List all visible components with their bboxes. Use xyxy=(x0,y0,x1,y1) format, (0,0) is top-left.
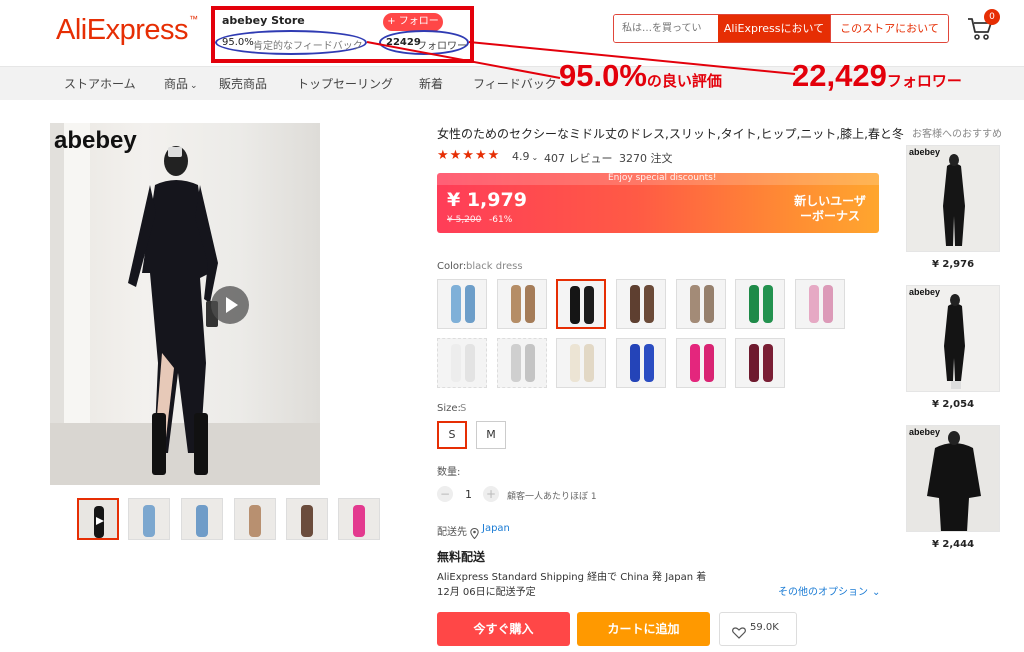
quantity-limit-note: 顧客一人あたりほぼ 1 xyxy=(507,492,597,502)
color-swatch-black[interactable] xyxy=(556,279,606,329)
size-option-m[interactable]: M xyxy=(476,421,506,449)
ship-to-label: 配送先 xyxy=(437,527,467,538)
chevron-down-icon: ⌄ xyxy=(531,153,539,162)
discount-tagline: Enjoy special discounts! xyxy=(608,173,717,183)
color-swatch-white[interactable] xyxy=(437,338,487,388)
color-swatch-brown[interactable] xyxy=(616,279,666,329)
recommended-price: ¥ 2,054 xyxy=(931,399,975,410)
color-label: Color: xyxy=(437,261,467,272)
recommended-product-image[interactable] xyxy=(906,425,1000,532)
quantity-value[interactable]: 1 xyxy=(465,488,472,501)
color-swatch-green[interactable] xyxy=(735,279,785,329)
annotation-followers: 22,429フォロワー xyxy=(792,58,962,93)
review-count[interactable]: 407 レビュー xyxy=(544,150,613,166)
location-pin-icon xyxy=(470,524,479,540)
quantity-decrease-button[interactable]: − xyxy=(437,486,453,502)
color-swatch-camel[interactable] xyxy=(497,279,547,329)
size-option-s[interactable]: S xyxy=(437,421,467,449)
thumbnail-2[interactable] xyxy=(128,498,170,540)
new-user-bonus[interactable]: 新しいユーザ ーボーナス xyxy=(790,194,870,224)
recommended-brand-watermark: abebey xyxy=(909,287,941,297)
thumbnail-5[interactable] xyxy=(286,498,328,540)
recommended-price: ¥ 2,976 xyxy=(931,259,975,270)
color-swatch-royal-blue[interactable] xyxy=(616,338,666,388)
wishlist-button[interactable]: 59.0K xyxy=(719,612,797,646)
ship-to-country[interactable]: Japan xyxy=(482,523,510,534)
color-value: black dress xyxy=(466,261,523,272)
buy-now-button[interactable]: 今すぐ購入 xyxy=(437,612,570,646)
rating-value[interactable]: 4.9 ⌄ xyxy=(512,150,538,163)
quantity-increase-button[interactable]: + xyxy=(483,486,499,502)
size-value: S xyxy=(460,403,467,414)
thumbnail-4[interactable] xyxy=(234,498,276,540)
color-swatch-pink[interactable] xyxy=(795,279,845,329)
recommended-brand-watermark: abebey xyxy=(909,427,941,437)
add-to-cart-button[interactable]: カートに追加 xyxy=(577,612,710,646)
quantity-label: 数量: xyxy=(437,467,461,478)
thumbnail-6[interactable] xyxy=(338,498,380,540)
annotation-feedback: 95.0%の良い評価 xyxy=(559,58,722,93)
play-icon xyxy=(226,297,238,313)
product-title: 女性のためのセクシーなミドル丈のドレス,スリット,タイト,ヒップ,ニット,膝上,… xyxy=(437,127,904,141)
size-label: Size: xyxy=(437,403,461,414)
rating-stars: ★★★★★ xyxy=(437,148,501,163)
recommendations-title: お客様へのおすすめ xyxy=(912,129,1002,140)
order-count: 3270 注文 xyxy=(619,152,673,165)
color-swatch-magenta[interactable] xyxy=(676,338,726,388)
product-main-image[interactable] xyxy=(50,123,320,485)
color-swatch-grey[interactable] xyxy=(497,338,547,388)
brand-watermark: abebey xyxy=(54,127,137,154)
chevron-down-icon: ⌄ xyxy=(872,587,881,598)
other-shipping-options-link[interactable]: その他のオプション ⌄ xyxy=(778,583,880,598)
recommended-brand-watermark: abebey xyxy=(909,147,941,157)
recommended-product-image[interactable] xyxy=(906,285,1000,392)
delivery-date: 12月 06日に配送予定 xyxy=(437,587,536,598)
color-swatch-burgundy[interactable] xyxy=(735,338,785,388)
free-shipping-label: 無料配送 xyxy=(437,550,486,564)
discount-percent: -61% xyxy=(489,215,513,225)
original-price: ¥ 5,200 xyxy=(447,215,482,225)
thumbnail-1[interactable] xyxy=(77,498,119,540)
heart-icon xyxy=(732,622,746,652)
color-swatch-cream[interactable] xyxy=(556,338,606,388)
recommended-price: ¥ 2,444 xyxy=(931,539,975,550)
thumbnail-3[interactable] xyxy=(181,498,223,540)
color-swatch-blue[interactable] xyxy=(437,279,487,329)
play-video-button[interactable] xyxy=(211,286,249,324)
current-price: ¥ 1,979 xyxy=(447,189,527,211)
shipping-method: AliExpress Standard Shipping 経由で China 発… xyxy=(437,572,707,583)
recommended-product-image[interactable] xyxy=(906,145,1000,252)
color-swatch-taupe[interactable] xyxy=(676,279,726,329)
